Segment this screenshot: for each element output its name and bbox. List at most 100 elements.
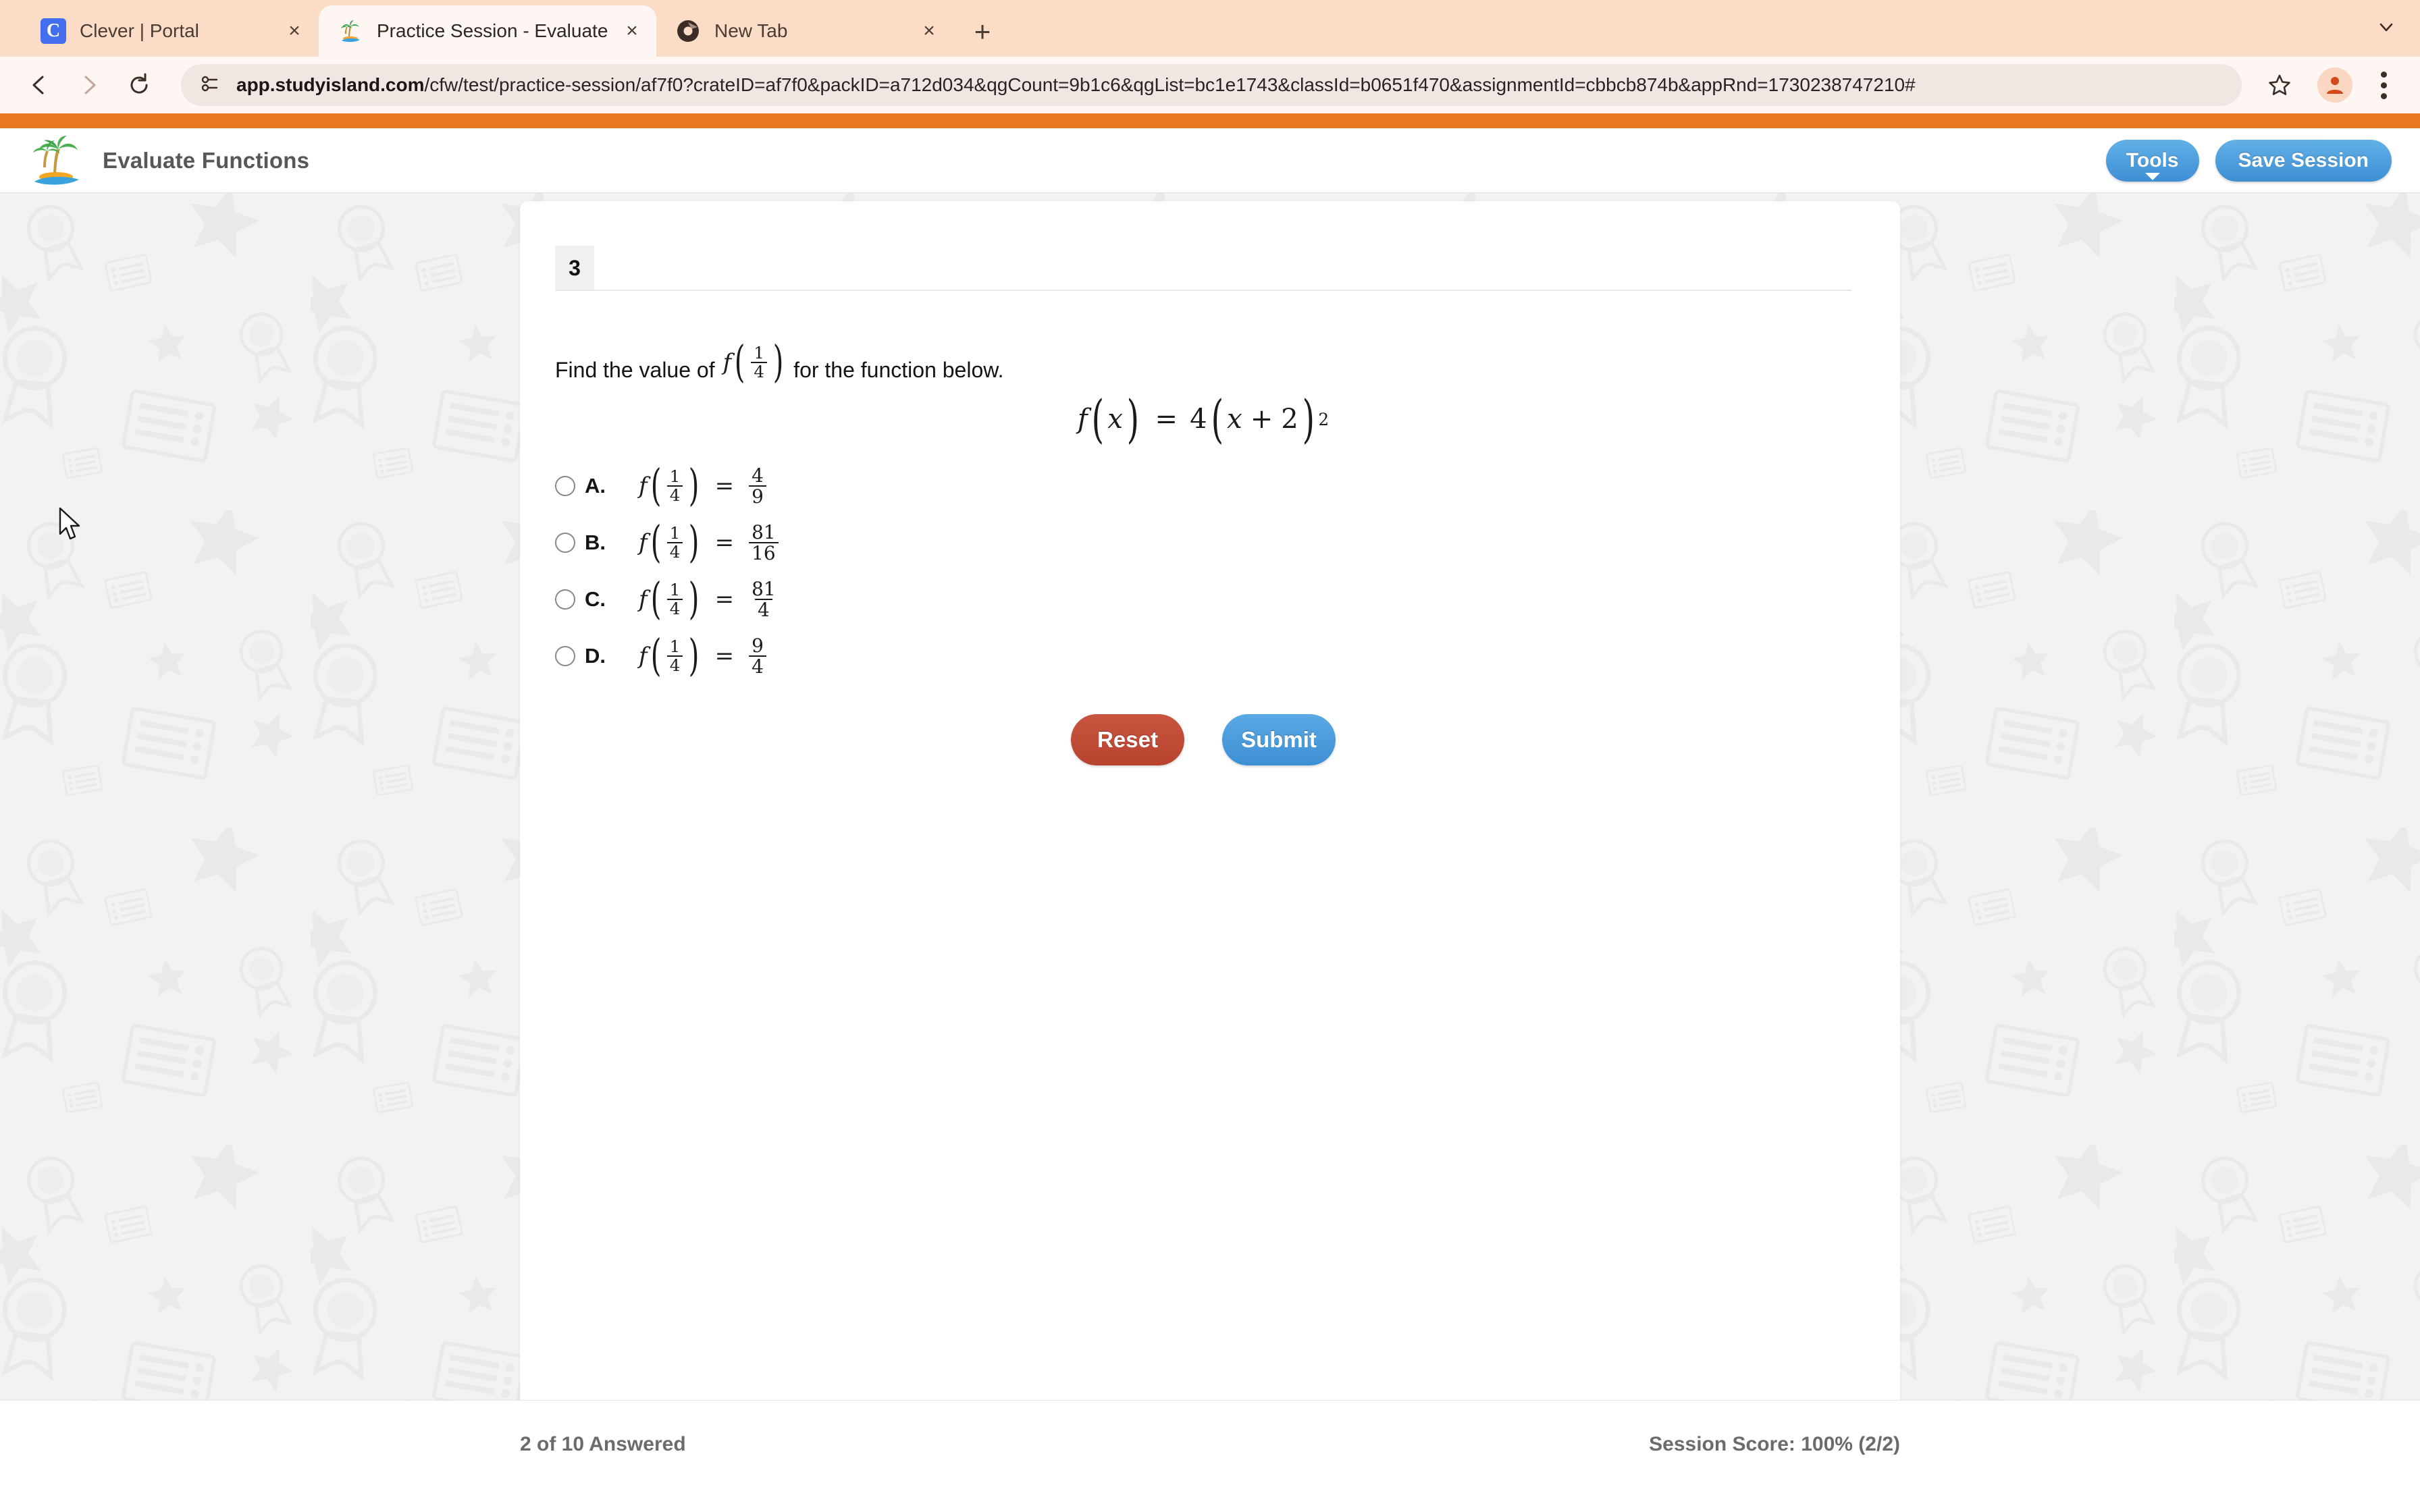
divider — [555, 290, 1851, 291]
choice-value-numerator: 81 — [752, 577, 776, 600]
choice-arg-denominator: 4 — [666, 485, 683, 504]
equals-sign: = — [714, 643, 735, 670]
choice-expression-b: f ( 1 4 ) = 81 16 — [639, 517, 781, 568]
url-path: /cfw/test/practice-session/af7f0?crateID… — [424, 74, 1916, 95]
equals-sign: = — [714, 473, 735, 500]
left-paren: ( — [650, 630, 662, 682]
choice-letter: C. — [585, 587, 606, 611]
function-variable: x — [1107, 404, 1123, 435]
tools-button-label: Tools — [2126, 148, 2179, 171]
address-bar-text: app.studyisland.com/cfw/test/practice-se… — [236, 74, 1916, 96]
mouse-cursor — [59, 507, 80, 540]
choice-arg-denominator: 4 — [666, 542, 683, 561]
answer-choice-a[interactable]: A. f ( 1 4 ) = 4 9 — [555, 458, 1500, 514]
prompt-text-after: for the function below. — [793, 357, 1004, 382]
submit-button[interactable]: Submit — [1222, 714, 1336, 765]
right-paren: ) — [689, 630, 700, 682]
function-name: f — [1077, 404, 1088, 435]
prompt-arg-numerator: 1 — [754, 343, 764, 362]
prompt-arg-denominator: 4 — [751, 361, 767, 381]
choice-arg-denominator: 4 — [666, 599, 683, 618]
study-island-palm-icon — [338, 18, 363, 44]
browser-tab-new-tab[interactable]: New Tab × — [656, 5, 953, 57]
right-paren: ) — [1126, 389, 1139, 450]
browser-window: C Clever | Portal × Practice Session - E — [0, 0, 2420, 1512]
choice-fn-name: f — [639, 586, 648, 613]
tab-close-icon[interactable]: × — [280, 16, 309, 46]
radio-button-c[interactable] — [555, 589, 575, 610]
tab-strip: C Clever | Portal × Practice Session - E — [0, 0, 2420, 57]
header-actions: Tools Save Session — [2105, 139, 2392, 182]
left-paren: ( — [650, 460, 662, 512]
browser-toolbar: app.studyisland.com/cfw/test/practice-se… — [0, 57, 2420, 113]
answer-choice-c[interactable]: C. f ( 1 4 ) = 81 4 — [555, 571, 1500, 628]
tools-button[interactable]: Tools — [2105, 139, 2199, 182]
back-arrow-icon[interactable] — [18, 63, 61, 107]
right-paren: ) — [772, 336, 784, 387]
right-paren: ) — [689, 517, 700, 568]
chrome-icon — [675, 18, 701, 44]
plus-sign: + — [1250, 404, 1273, 435]
equals-sign: = — [714, 529, 735, 556]
function-exponent: 2 — [1318, 409, 1330, 429]
choice-expression-a: f ( 1 4 ) = 4 9 — [639, 460, 769, 512]
tab-close-icon[interactable]: × — [914, 16, 944, 46]
brand-accent-bar — [0, 113, 2420, 128]
prompt-fn-name: f — [722, 348, 732, 376]
reset-button[interactable]: Reset — [1071, 714, 1184, 765]
progress-status: 2 of 10 Answered — [520, 1433, 686, 1455]
three-dot-menu-icon[interactable] — [2365, 63, 2402, 107]
function-coefficient: 4 — [1190, 404, 1207, 435]
radio-button-d[interactable] — [555, 646, 575, 666]
tab-close-icon[interactable]: × — [617, 16, 647, 46]
page-title: Evaluate Functions — [103, 147, 310, 173]
choice-arg-numerator: 1 — [669, 466, 681, 487]
profile-avatar-icon[interactable] — [2317, 68, 2352, 103]
session-score: Session Score: 100% (2/2) — [1649, 1433, 1900, 1455]
prompt-text-before: Find the value of — [555, 357, 715, 382]
left-paren: ( — [650, 574, 662, 625]
choice-value-denominator: 9 — [749, 485, 766, 506]
equals-sign: = — [1155, 404, 1178, 435]
radio-button-a[interactable] — [555, 476, 575, 496]
answer-choice-list: A. f ( 1 4 ) = 4 9 B. f (1 4) = 81 16 … — [555, 458, 1500, 684]
answer-choice-d[interactable]: D. f ( 1 4 ) = 9 4 — [555, 628, 1500, 684]
choice-arg-numerator: 1 — [669, 580, 681, 600]
function-constant: 2 — [1281, 404, 1298, 435]
choice-value-numerator: 81 — [752, 520, 776, 543]
page-content: Evaluate Functions Tools Save Session 3 … — [0, 113, 2420, 1512]
address-bar[interactable]: app.studyisland.com/cfw/test/practice-se… — [181, 64, 2242, 106]
prompt-function-expression: f ( 1 4 ) — [722, 336, 787, 387]
left-paren: ( — [1091, 389, 1104, 450]
clever-icon: C — [41, 18, 66, 44]
choice-value-denominator: 4 — [754, 599, 772, 620]
choice-fn-name: f — [639, 529, 648, 556]
site-settings-icon[interactable] — [199, 72, 221, 99]
answer-choice-b[interactable]: B. f ( 1 4 ) = 81 16 — [555, 514, 1500, 571]
question-actions: Reset Submit — [555, 714, 1851, 765]
question-number-badge: 3 — [555, 246, 594, 290]
tab-title: Practice Session - Evaluate Fu — [377, 20, 612, 41]
question-card: 3 Find the value of f ( 1 4 ) for the fu… — [520, 201, 1900, 1430]
save-session-button[interactable]: Save Session — [2215, 139, 2392, 182]
choice-value-denominator: 4 — [749, 655, 766, 676]
choice-value-numerator: 4 — [752, 464, 764, 487]
choice-fn-name: f — [639, 643, 648, 670]
function-inner-variable: x — [1227, 404, 1242, 435]
right-paren: ) — [689, 574, 700, 625]
radio-button-b[interactable] — [555, 533, 575, 553]
choice-arg-numerator: 1 — [669, 637, 681, 657]
new-tab-button[interactable]: + — [966, 15, 999, 49]
left-paren: ( — [650, 517, 662, 568]
choice-value-denominator: 16 — [749, 542, 779, 563]
reload-icon[interactable] — [117, 63, 161, 107]
tab-list-chevron-down-icon[interactable] — [2367, 8, 2405, 46]
left-paren: ( — [734, 336, 745, 387]
question-area: 3 Find the value of f ( 1 4 ) for the fu… — [0, 193, 2420, 1431]
star-icon[interactable] — [2258, 63, 2301, 107]
browser-tab-clever[interactable]: C Clever | Portal × — [22, 5, 319, 57]
tab-title: New Tab — [714, 20, 788, 41]
forward-arrow-icon[interactable] — [68, 63, 111, 107]
choice-letter: B. — [585, 531, 606, 554]
browser-tab-practice-session[interactable]: Practice Session - Evaluate Fu × — [319, 5, 656, 57]
